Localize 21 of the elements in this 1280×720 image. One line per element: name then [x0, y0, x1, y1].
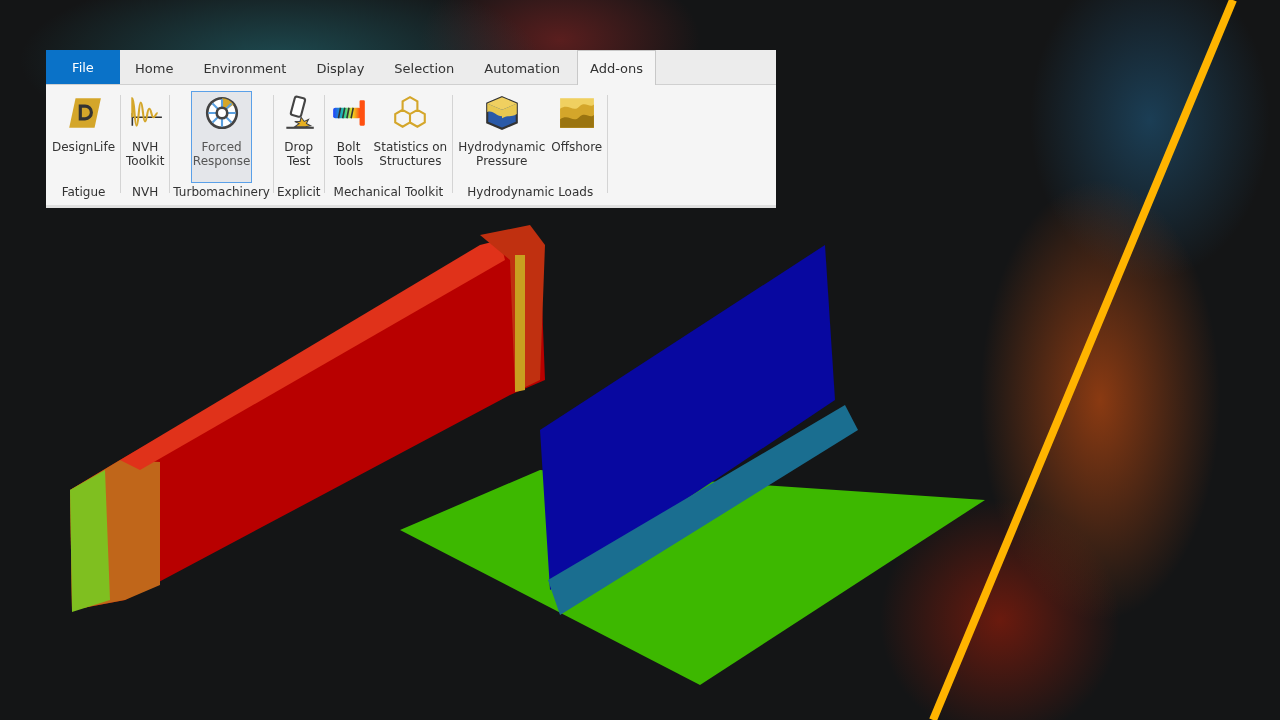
- group-label: Mechanical Toolkit: [333, 184, 444, 201]
- ribbon-button[interactable]: NVH Toolkit: [124, 91, 167, 183]
- file-tab[interactable]: File: [46, 50, 120, 84]
- ribbon-tab[interactable]: Home: [122, 51, 187, 84]
- ribbon-tab[interactable]: Display: [303, 51, 378, 84]
- group-label: NVH: [132, 184, 159, 201]
- ribbon-tab[interactable]: Add-ons: [576, 50, 657, 85]
- group-label: Turbomachinery: [173, 184, 270, 201]
- ribbon-button[interactable]: Statistics on Structures: [371, 91, 450, 183]
- ribbon-tab[interactable]: Automation: [471, 51, 573, 84]
- ribbon-button[interactable]: Drop Test: [277, 91, 320, 183]
- ribbon-button[interactable]: Offshore: [549, 91, 605, 183]
- ribbon-tab[interactable]: Selection: [381, 51, 468, 84]
- group-label: Hydrodynamic Loads: [467, 184, 594, 201]
- ribbon-button[interactable]: DesignLife: [50, 91, 118, 183]
- ribbon-button[interactable]: Forced Response: [190, 91, 253, 183]
- ribbon-tab[interactable]: Environment: [190, 51, 300, 84]
- group-label: Explicit: [276, 184, 321, 201]
- group-label: Fatigue: [61, 184, 106, 201]
- ribbon-button[interactable]: Bolt Tools: [327, 91, 370, 183]
- ribbon-button[interactable]: Hydrodynamic Pressure: [456, 91, 548, 183]
